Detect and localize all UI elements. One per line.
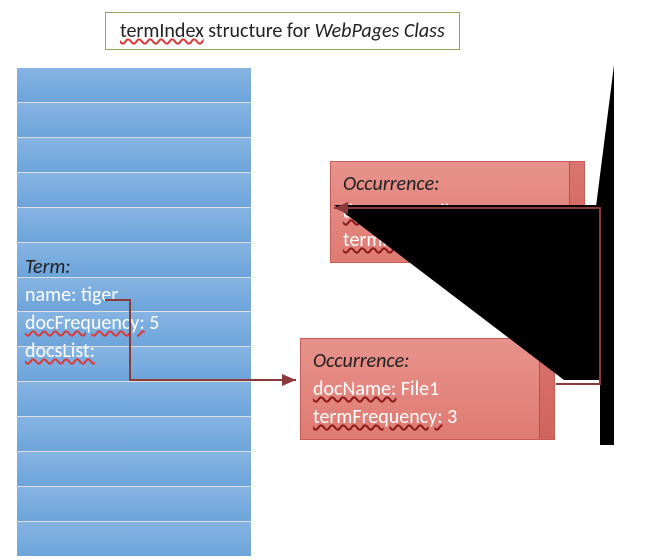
array-cell [17,416,251,451]
occ-termfreq-label: termFrequency: [343,228,473,252]
occ-termfreq-value: 2 [477,228,487,252]
term-name-label: name: [25,283,76,307]
occ-docname-value: File2 [431,200,469,224]
term-array: Term: name: tiger docFrequency: 5 docsLi… [17,68,251,556]
occ-termfreq-value: 3 [447,405,457,429]
array-cell [17,102,251,137]
occ-docname-label: docName: [343,200,426,224]
term-docslist-label: docsList: [25,339,95,363]
term-name-value: tiger [81,283,118,307]
array-cell [17,451,251,486]
occ-docname-value: File1 [401,377,439,401]
term-header: Term: [25,253,159,281]
term-details: Term: name: tiger docFrequency: 5 docsLi… [25,253,159,365]
occurrence-box-2: Occurrence: docName: File1 termFrequency… [300,338,555,440]
title-term: termIndex [120,19,204,43]
term-docfreq-label: docFrequency: [25,311,145,335]
array-cell [17,381,251,416]
array-cell [17,172,251,207]
array-cell [17,486,251,521]
array-cell [17,207,251,242]
array-cell [17,137,251,172]
array-cell [17,521,251,556]
occurrence-header: Occurrence: [343,170,572,198]
title-mid: structure for [204,19,315,43]
occurrence-header: Occurrence: [313,347,542,375]
term-docfreq-value: 5 [149,311,159,335]
array-cell [17,68,251,102]
title-class: WebPages Class [315,19,445,43]
occ-termfreq-label: termFrequency: [313,405,443,429]
occurrence-box-1: Occurrence: docName: File2 termFrequency… [330,161,585,263]
occ-docname-label: docName: [313,377,396,401]
diagram-title: termIndex structure for WebPages Class [105,12,460,50]
